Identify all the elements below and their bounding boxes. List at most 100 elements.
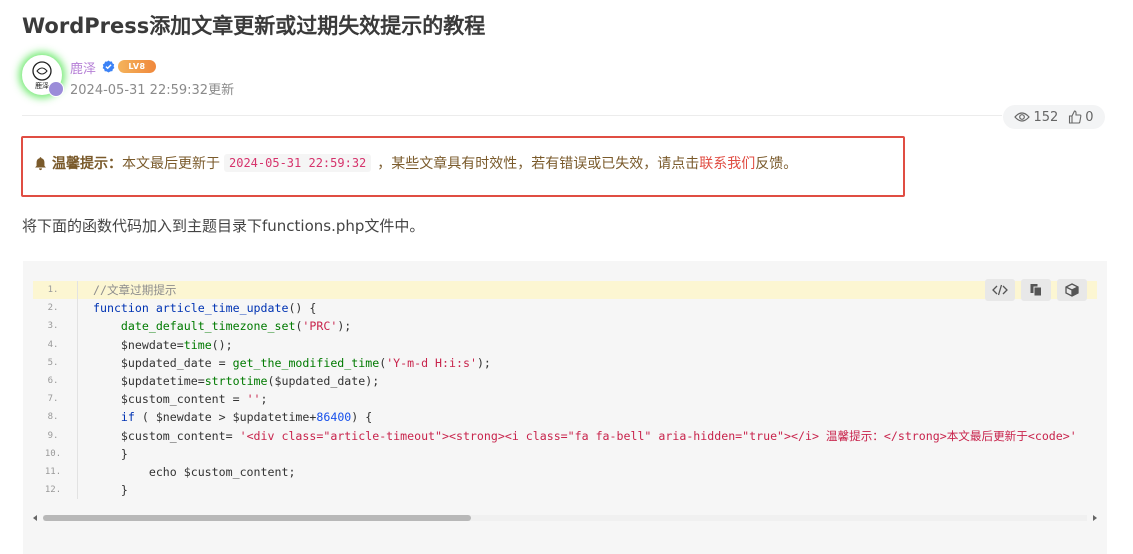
line-number: 1. (47, 285, 59, 295)
code-token: strtotime (204, 373, 268, 388)
line-number: 7. (47, 394, 59, 405)
gutter-divider (77, 444, 78, 463)
scroll-track[interactable] (43, 515, 1087, 521)
code-icon (992, 284, 1008, 296)
code-line: 9. $custom_content= '<div class="article… (33, 426, 1097, 445)
code-text: if ( $newdate > $updatetime+86400) { (93, 408, 372, 426)
code-token: echo $custom_content; (93, 464, 296, 479)
contact-us-link[interactable]: 联系我们 (699, 153, 755, 173)
code-token: time (183, 337, 212, 352)
notice-content: 温馨提示： 本文最后更新于 2024-05-31 22:59:32 ，某些文章具… (33, 153, 797, 173)
gutter-divider (77, 408, 78, 427)
code-token: (); (211, 337, 233, 352)
line-number: 4. (47, 339, 59, 350)
code-line: 6. $updatetime=strtotime($updated_date); (33, 371, 1097, 391)
article-title: WordPress添加文章更新或过期失效提示的教程 (22, 14, 486, 38)
code-token: ($updated_date); (267, 373, 380, 388)
code-line: 10. } (33, 444, 1097, 463)
code-text: $updatetime=strtotime($updated_date); (93, 372, 379, 390)
code-token: ); (337, 319, 352, 334)
view-source-button[interactable] (985, 279, 1015, 301)
code-line: 8. if ( $newdate > $updatetime+86400) { (33, 408, 1097, 427)
notice-date: 2024-05-31 22:59:32 (224, 154, 372, 172)
line-number: 11. (44, 466, 62, 477)
code-line: 5. $updated_date = get_the_modified_time… (33, 353, 1097, 372)
line-number: 3. (47, 321, 59, 332)
update-notice: 温馨提示： 本文最后更新于 2024-05-31 22:59:32 ，某些文章具… (21, 136, 905, 197)
notice-label: 温馨提示： (52, 156, 122, 172)
code-line: 11. echo $custom_content; (33, 462, 1097, 482)
box-button[interactable] (1057, 279, 1087, 301)
notice-text-before: 本文最后更新于 (122, 156, 220, 172)
code-token: ) { (351, 410, 373, 425)
gutter-divider (77, 281, 78, 300)
code-token: $updatetime= (93, 373, 205, 388)
code-text: echo $custom_content; (93, 463, 296, 481)
gutter-divider (77, 371, 78, 391)
gutter-divider (77, 317, 78, 336)
code-text: //文章过期提示 (93, 281, 177, 299)
code-text: } (93, 481, 128, 499)
line-number: 5. (47, 357, 59, 368)
like-count-value: 0 (1085, 109, 1094, 125)
code-token: ; (260, 392, 268, 407)
article-stats: 152 0 (1003, 105, 1105, 129)
code-line: 4. $newdate=time(); (33, 335, 1097, 354)
thumbs-up-icon (1069, 110, 1082, 124)
gutter-divider (77, 299, 78, 318)
copy-button[interactable] (1021, 279, 1051, 301)
avatar-badge-icon (48, 81, 64, 97)
notice-text-after: ，某些文章具有时效性，若有错误或已失效，请点击 (377, 156, 700, 172)
verified-icon (102, 60, 115, 73)
line-number: 12. (44, 485, 62, 496)
scroll-thumb[interactable] (43, 515, 472, 521)
code-line: 1. //文章过期提示 (33, 281, 1097, 300)
view-count-value: 152 (1033, 109, 1059, 125)
line-number: 6. (47, 375, 59, 386)
code-token: 86400 (316, 410, 352, 425)
code-scrollbar[interactable] (33, 514, 1097, 522)
view-count: 152 (1014, 110, 1058, 125)
copy-icon (1030, 284, 1042, 297)
update-time: 2024-05-31 22:59:32更新 (70, 83, 235, 98)
author-name[interactable]: 鹿泽 (70, 58, 96, 77)
avatar-text: 鹿泽 (35, 81, 49, 90)
like-button[interactable]: 0 (1068, 109, 1094, 125)
line-number: 10. (44, 448, 62, 459)
code-line: 2. function article_time_update() { (33, 299, 1097, 318)
gutter-divider (77, 335, 78, 354)
code-token: 'Y-m-d H:i:s' (386, 355, 477, 370)
code-token: function (93, 301, 149, 316)
line-number: 8. (47, 412, 59, 423)
scroll-right-arrow-icon[interactable] (1093, 515, 1097, 521)
code-token: '<div class="article-timeout"><strong><i… (239, 428, 1077, 443)
code-token: '' (246, 392, 261, 407)
gutter-divider (77, 353, 78, 372)
line-number: 2. (47, 303, 59, 314)
scroll-left-arrow-icon[interactable] (33, 515, 37, 521)
line-number: 9. (47, 430, 59, 441)
code-token: //文章过期提示 (93, 283, 177, 297)
code-line: 3. date_default_timezone_set('PRC'); (33, 317, 1097, 336)
gutter-divider (77, 390, 78, 409)
code-token: } (93, 446, 128, 461)
gutter-divider (77, 462, 78, 482)
eye-icon (1014, 112, 1031, 122)
code-token: $custom_content = (93, 392, 247, 407)
code-token: ( $newdate > $updatetime+ (134, 410, 317, 425)
code-text: $updated_date = get_the_modified_time('Y… (93, 354, 491, 372)
code-toolbar (985, 279, 1087, 301)
code-line: 7. $custom_content = ''; (33, 390, 1097, 409)
divider (22, 115, 1002, 116)
code-token: article_time_update (155, 301, 289, 316)
code-text: $custom_content = ''; (93, 390, 268, 408)
author-avatar[interactable]: 鹿泽 (22, 55, 64, 97)
code-token: } (93, 483, 128, 498)
code-line: 12. } (33, 481, 1097, 500)
box-icon (1065, 283, 1079, 297)
notice-text-end: 反馈。 (755, 156, 798, 172)
code-text: date_default_timezone_set('PRC'); (93, 317, 351, 335)
code-token: 'PRC' (302, 319, 338, 334)
code-text: $newdate=time(); (93, 336, 233, 354)
